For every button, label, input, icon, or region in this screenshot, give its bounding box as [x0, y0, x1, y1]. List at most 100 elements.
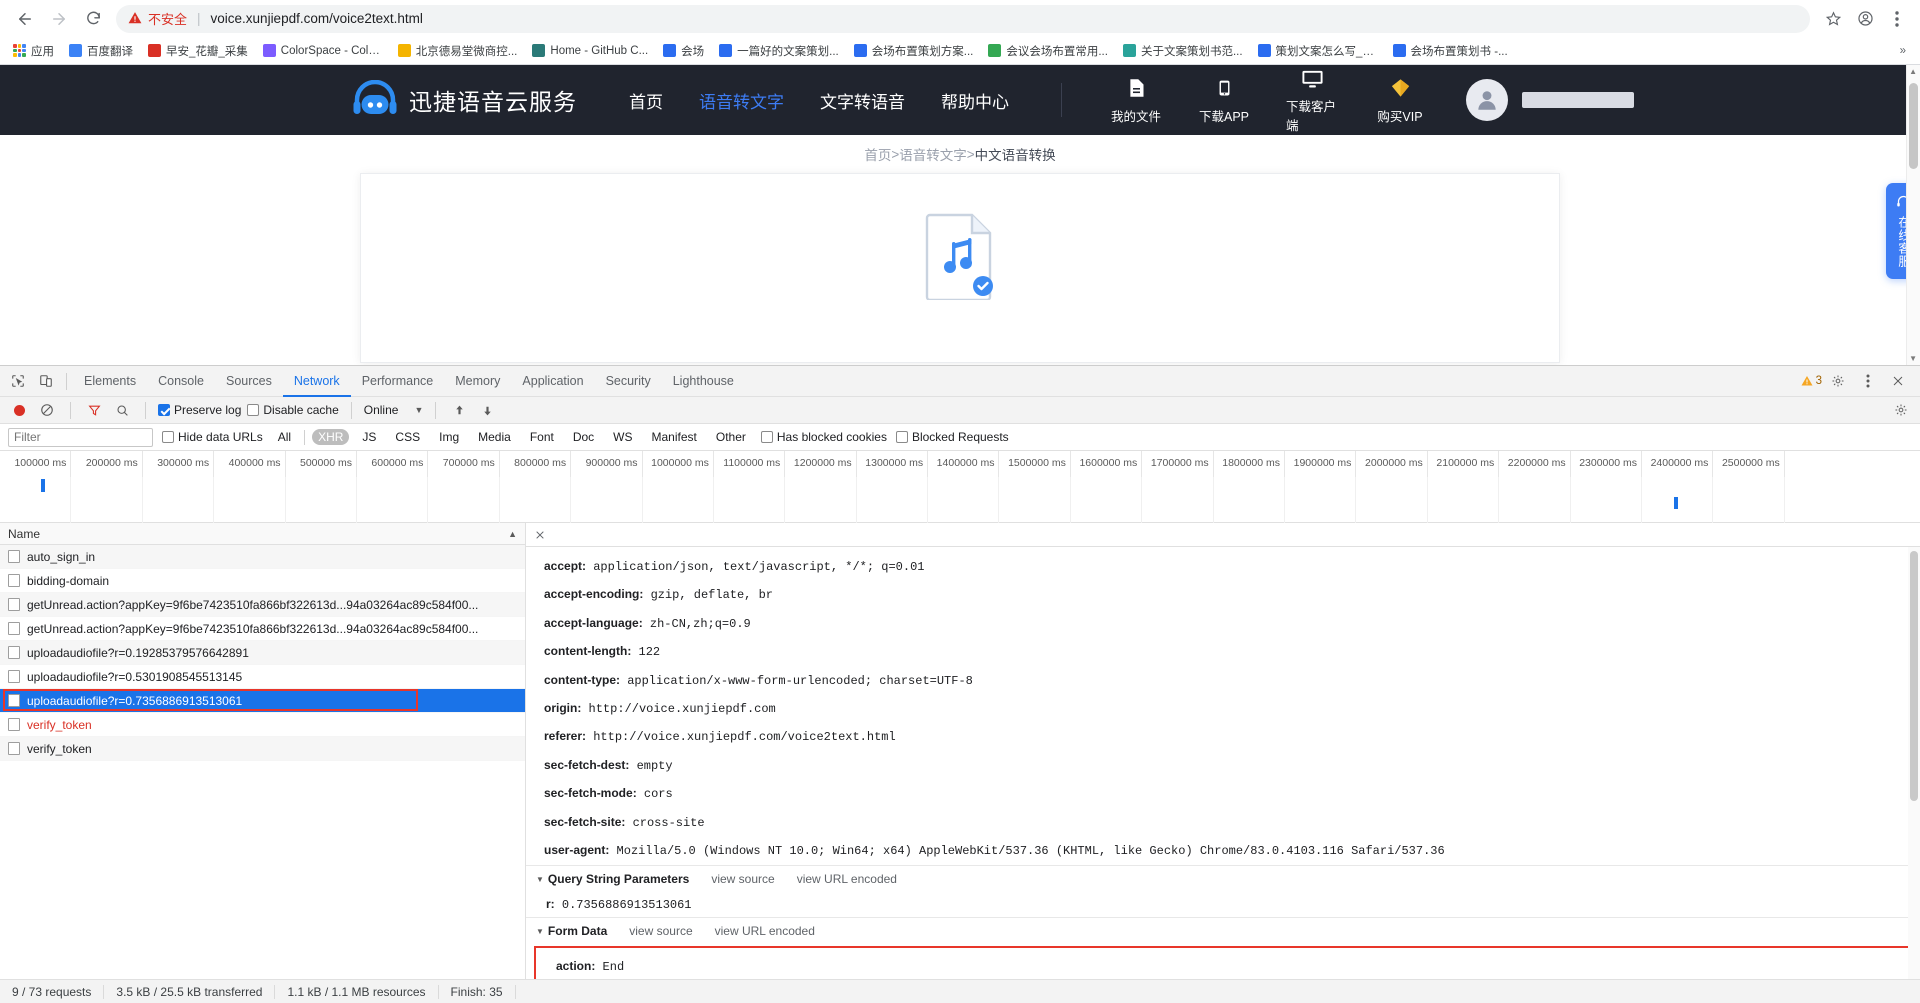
site-nav-item-2[interactable]: 文字转语音 [820, 88, 905, 113]
bookmark-item[interactable]: 会场布置策划方案... [847, 40, 981, 62]
bookmark-item[interactable]: 策划文案怎么写_百... [1251, 40, 1385, 62]
chevron-down-icon[interactable]: ▼ [414, 405, 423, 415]
table-row[interactable]: getUnread.action?appKey=9f6be7423510fa86… [0, 593, 525, 617]
table-row[interactable]: uploadaudiofile?r=0.7356886913513061 [0, 689, 525, 713]
filter-type-manifest[interactable]: Manifest [646, 429, 703, 445]
site-logo[interactable]: 迅捷语音云服务 [352, 79, 577, 120]
page-scrollbar[interactable]: ▲ ▼ [1906, 65, 1920, 365]
site-utility-2[interactable]: 下载客户端 [1286, 66, 1338, 134]
form-view-source-link[interactable]: view source [629, 924, 692, 938]
device-toolbar-icon[interactable] [32, 367, 60, 395]
warning-badge[interactable]: 3 [1801, 375, 1822, 387]
has-blocked-cookies-check-box-icon[interactable] [760, 431, 773, 443]
devtools-tab-security[interactable]: Security [595, 366, 662, 397]
devtools-tab-application[interactable]: Application [511, 366, 594, 397]
devtools-tab-elements[interactable]: Elements [73, 366, 147, 397]
bookmark-item[interactable]: 关于文案策划书范... [1116, 40, 1250, 62]
preserve-log-check-box-icon[interactable] [158, 404, 170, 416]
detail-scrollbar-thumb[interactable] [1910, 551, 1918, 801]
breadcrumb-item-speech-to-text[interactable]: 语音转文字 [899, 144, 967, 164]
reload-button[interactable] [76, 2, 110, 36]
devtools-tab-network[interactable]: Network [283, 366, 351, 397]
search-icon[interactable] [111, 399, 133, 421]
requests-column-header[interactable]: Name ▲ [0, 523, 525, 545]
filter-type-css[interactable]: CSS [389, 429, 426, 445]
detail-scrollbar[interactable] [1908, 547, 1920, 979]
inspect-element-icon[interactable] [4, 367, 32, 395]
devtools-tab-console[interactable]: Console [147, 366, 215, 397]
sort-ascending-icon[interactable]: ▲ [508, 529, 517, 539]
upload-card[interactable] [360, 173, 1560, 363]
filter-type-ws[interactable]: WS [607, 429, 638, 445]
bookmark-item[interactable]: 北京德易堂微商控... [391, 40, 525, 62]
throttling-dropdown[interactable]: Online ▼ [364, 403, 424, 417]
form-view-url-encoded-link[interactable]: view URL encoded [715, 924, 815, 938]
form-data-section-header[interactable]: ▼ Form Data view source view URL encoded [526, 917, 1920, 944]
filter-input[interactable] [8, 427, 153, 447]
chevron-down-icon[interactable]: ▼ [536, 927, 544, 936]
devtools-tab-sources[interactable]: Sources [215, 366, 283, 397]
scroll-up-arrow-icon[interactable]: ▲ [1909, 67, 1917, 76]
table-row[interactable]: bidding-domain [0, 569, 525, 593]
bookmark-item[interactable]: 会议会场布置常用... [981, 40, 1115, 62]
has-blocked-cookies-checkbox[interactable]: Has blocked cookies [760, 430, 887, 444]
filter-type-img[interactable]: Img [433, 429, 465, 445]
kebab-menu-icon[interactable] [1854, 367, 1882, 395]
record-button[interactable] [8, 399, 30, 421]
devtools-tab-lighthouse[interactable]: Lighthouse [662, 366, 745, 397]
filter-icon[interactable] [83, 399, 105, 421]
disable-cache-checkbox[interactable]: Disable cache [247, 403, 339, 417]
filter-type-all[interactable]: All [272, 429, 297, 445]
bookmark-item[interactable]: 应用 [6, 40, 61, 62]
bookmarks-overflow-button[interactable]: » [1892, 45, 1914, 57]
address-bar[interactable]: 不安全 | voice.xunjiepdf.com/voice2text.htm… [116, 4, 1810, 33]
avatar[interactable] [1466, 79, 1508, 121]
scroll-down-arrow-icon[interactable]: ▼ [1909, 354, 1917, 363]
table-row[interactable]: uploadaudiofile?r=0.19285379576642891 [0, 641, 525, 665]
devtools-tab-performance[interactable]: Performance [351, 366, 445, 397]
filter-type-font[interactable]: Font [524, 429, 560, 445]
hide-data-urls-checkbox[interactable]: Hide data URLs [162, 430, 263, 444]
network-settings-icon[interactable] [1890, 399, 1912, 421]
filter-type-doc[interactable]: Doc [567, 429, 600, 445]
query-view-url-encoded-link[interactable]: view URL encoded [797, 872, 897, 886]
bookmark-item[interactable]: 一篇好的文案策划... [712, 40, 846, 62]
forward-button[interactable] [42, 2, 76, 36]
gear-icon[interactable] [1824, 367, 1852, 395]
site-nav-item-1[interactable]: 语音转文字 [699, 88, 784, 113]
bookmark-star-icon[interactable] [1818, 4, 1848, 34]
query-string-section-header[interactable]: ▼ Query String Parameters view source vi… [526, 865, 1920, 892]
table-row[interactable]: verify_token [0, 713, 525, 737]
bookmark-item[interactable]: 早安_花瓣_采集 [141, 40, 255, 62]
profile-avatar-icon[interactable] [1850, 4, 1880, 34]
back-button[interactable] [8, 2, 42, 36]
hide-data-urls-check-box-icon[interactable] [162, 431, 174, 443]
preserve-log-checkbox[interactable]: Preserve log [158, 403, 241, 417]
chevron-down-icon[interactable]: ▼ [536, 875, 544, 884]
devtools-tab-memory[interactable]: Memory [444, 366, 511, 397]
import-har-icon[interactable] [448, 399, 470, 421]
clear-button[interactable] [36, 399, 58, 421]
table-row[interactable]: auto_sign_in [0, 545, 525, 569]
breadcrumb-item-home[interactable]: 首页 [864, 144, 891, 164]
filter-type-other[interactable]: Other [710, 429, 752, 445]
close-detail-icon[interactable] [530, 530, 550, 540]
table-row[interactable]: uploadaudiofile?r=0.5301908545513145 [0, 665, 525, 689]
blocked-requests-checkbox[interactable]: Blocked Requests [895, 430, 1009, 444]
filter-type-media[interactable]: Media [472, 429, 517, 445]
bookmark-item[interactable]: ColorSpace - Colo... [256, 41, 390, 60]
site-nav-item-0[interactable]: 首页 [629, 88, 663, 113]
site-utility-3[interactable]: 购买VIP [1374, 76, 1426, 125]
site-utility-1[interactable]: 下载APP [1198, 76, 1250, 125]
network-overview-timeline[interactable]: 100000 ms 200000 ms 300000 ms 400000 ms 5000… [0, 451, 1920, 523]
bookmark-item[interactable]: 百度翻译 [62, 40, 140, 62]
page-scrollbar-thumb[interactable] [1909, 83, 1918, 169]
filter-type-xhr[interactable]: XHR [312, 429, 350, 445]
browser-menu-icon[interactable] [1882, 4, 1912, 34]
export-har-icon[interactable] [476, 399, 498, 421]
blocked-requests-check-box-icon[interactable] [895, 431, 908, 443]
query-view-source-link[interactable]: view source [711, 872, 774, 886]
disable-cache-check-box-icon[interactable] [247, 404, 260, 416]
site-nav-item-3[interactable]: 帮助中心 [941, 88, 1009, 113]
site-utility-0[interactable]: 我的文件 [1110, 76, 1162, 125]
